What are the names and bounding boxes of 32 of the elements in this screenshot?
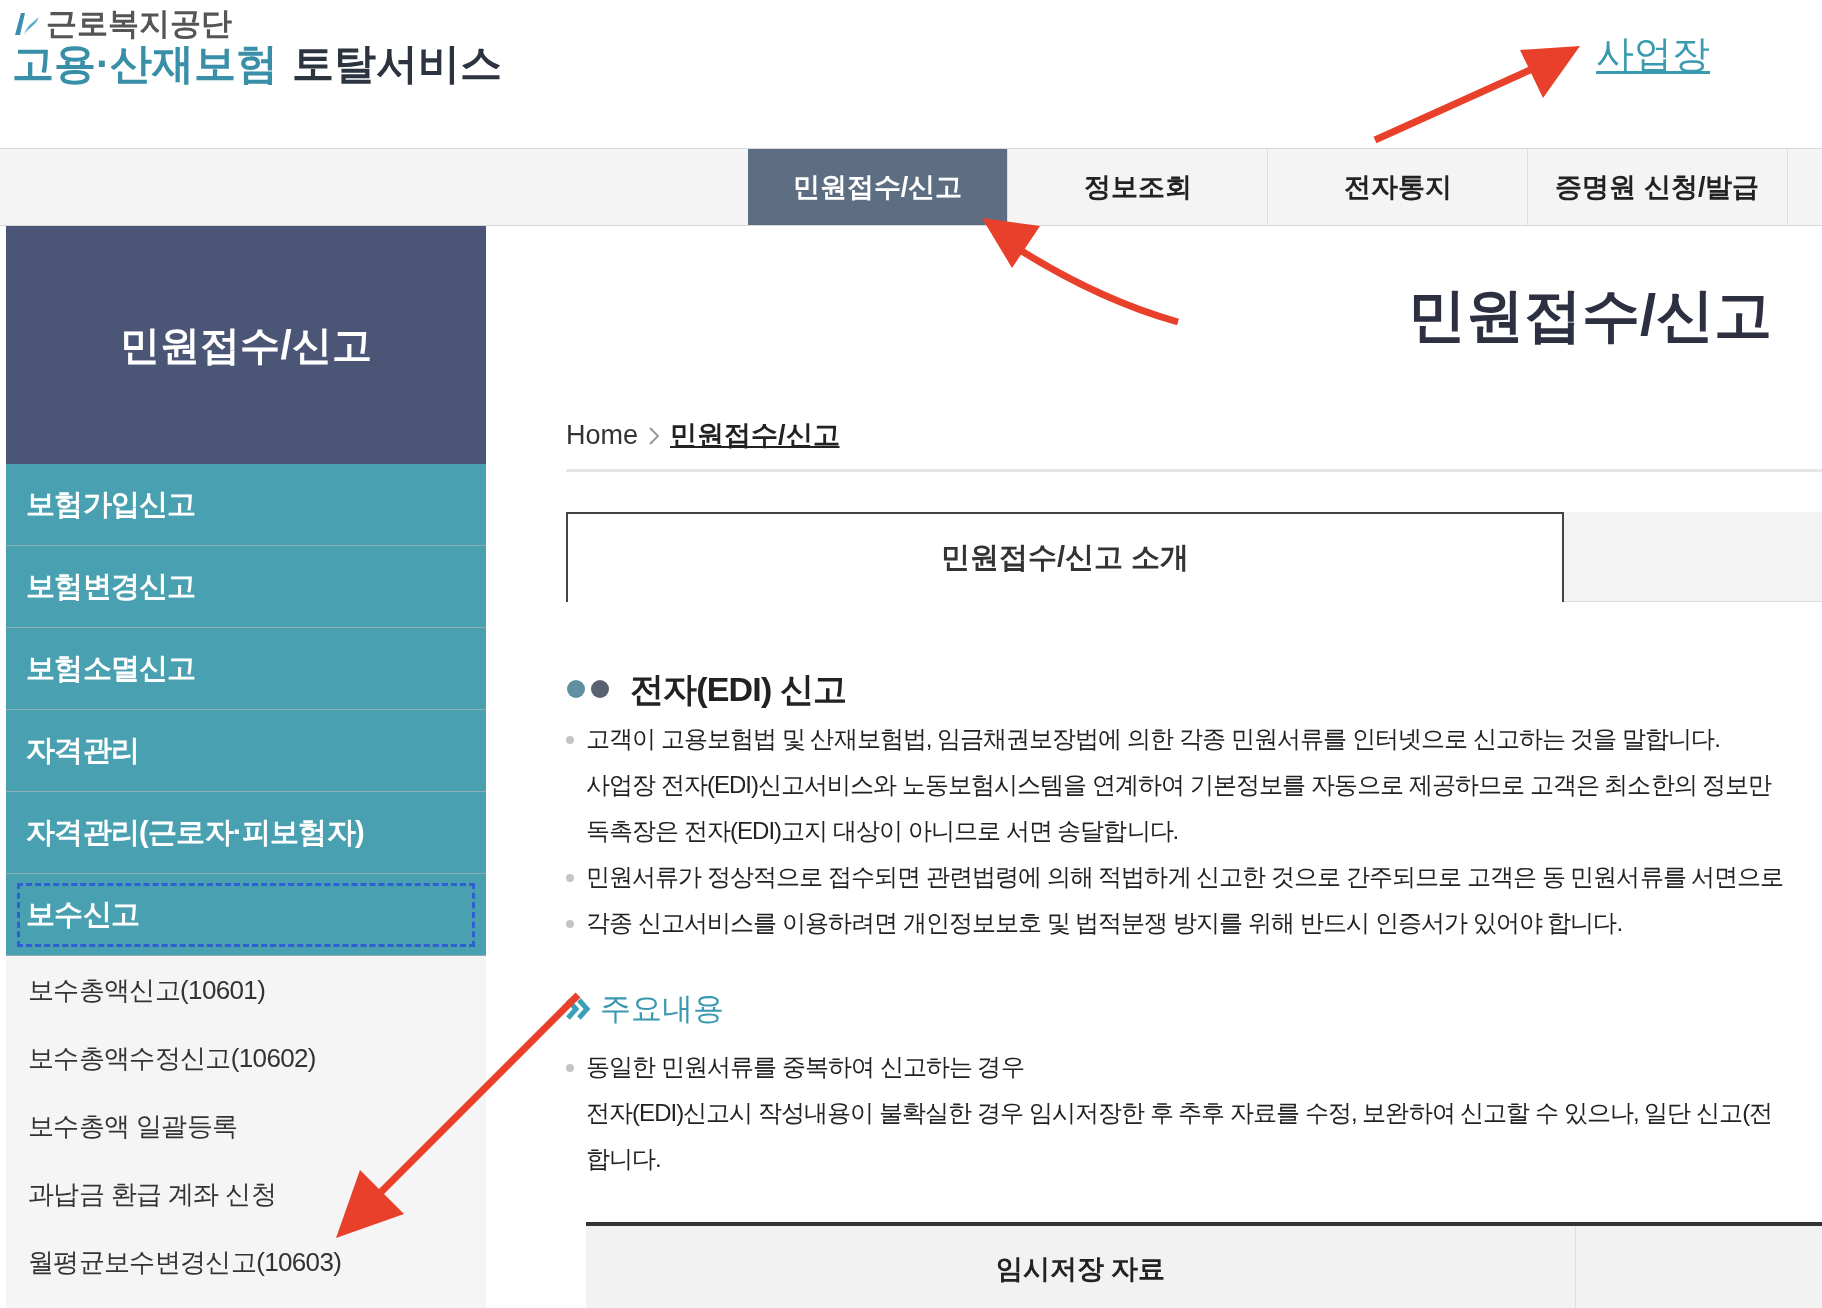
sidebar-submenu-item[interactable]: 보수총액수정신고(10602) [28,1038,316,1078]
section-heading: 전자(EDI) 신고 [630,668,847,710]
service-title: 토탈서비스 [292,43,502,85]
sidebar-submenu-item[interactable]: 월평균보수변경신고(10603) [28,1242,342,1282]
body-text: 전자(EDI)신고시 작성내용이 불확실한 경우 임시저장한 후 추후 자료를 수정, 보완하여 신고할 수 있으나, 일단 신고(전 [586,1098,1773,1128]
bullet-icon [566,1064,574,1072]
content-tab[interactable]: 민원접수/신고 소개 [566,512,1564,602]
bullet-icon [566,874,574,882]
column-header: 임시저장 자료 [995,1252,1166,1286]
page-title: 민원접수/신고 [1408,280,1773,349]
sidebar-submenu-item[interactable]: 보수총액 일괄등록 [28,1106,238,1146]
breadcrumb-link[interactable]: Home [566,415,639,456]
subsection-heading: 주요내용 [600,989,724,1028]
chevron-right-icon [648,425,661,446]
double-chevron-icon [566,998,592,1020]
double-dot-icon [566,679,612,699]
bullet-icon [566,736,574,744]
body-text: 각종 신고서비스를 이용하려면 개인정보보호 및 법적분쟁 방지를 위해 반드시 인증서가 있어야 합니다. [586,908,1623,938]
breadcrumb-link[interactable]: 민원접수/신고 [670,415,840,456]
body-text: 민원서류가 정상적으로 접수되면 관련법령에 의해 적법하게 신고한 것으로 간주되므로 고객은 동 민원서류를 서면으로 [586,862,1784,892]
body-text: 합니다. [586,1144,661,1174]
sidebar-submenu-item[interactable]: 과납금 환급 계좌 신청 [28,1174,276,1214]
sidebar-title: 민원접수/신고 [120,322,372,369]
body-text: 사업장 전자(EDI)신고서비스와 노동보험시스템을 연계하여 기본정보를 자동으로 제공하므로 고객은 최소한의 정보만 [586,770,1772,800]
organization-name: 근로복지공단 [46,8,232,39]
body-text: 동일한 민원서류를 중복하여 신고하는 경우 [586,1052,1024,1082]
sidebar-submenu-item[interactable]: 보수총액신고(10601) [28,970,266,1010]
service-title: 고용·산재보험 [12,43,278,85]
body-text: 고객이 고용보험법 및 산재보험법, 임금채권보장법에 의한 각종 민원서류를 인터넷으로 신고하는 것을 말합니다. [586,724,1721,754]
body-text: 독촉장은 전자(EDI)고지 대상이 아니므로 서면 송달합니다. [586,816,1179,846]
nav-tab[interactable]: 민원접수/신고 [748,149,1008,225]
bullet-icon [566,920,574,928]
